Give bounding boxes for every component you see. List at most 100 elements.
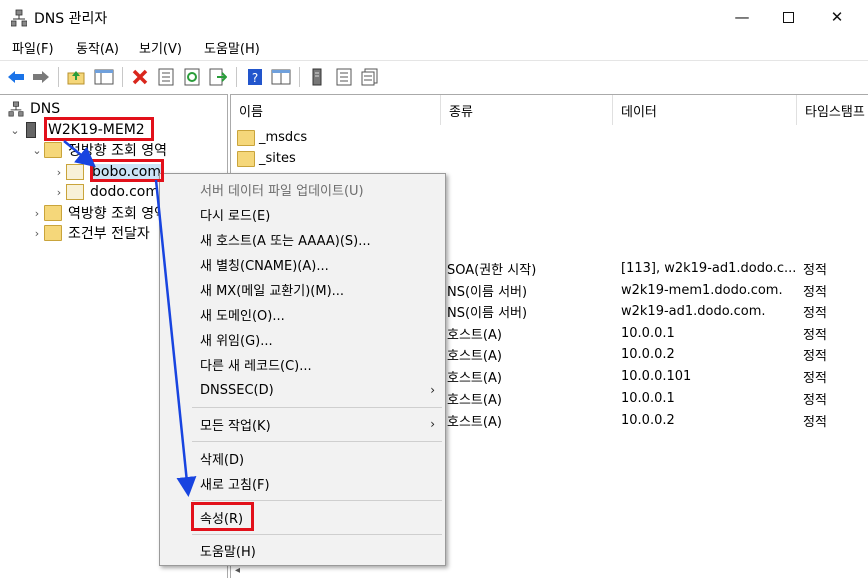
column-header-name[interactable]: 이름 <box>231 95 441 125</box>
help-icon: ? <box>248 69 262 85</box>
chevron-right-icon: › <box>430 383 435 397</box>
menu-item-delete[interactable]: 삭제(D) <box>160 446 445 470</box>
chevron-right-icon[interactable]: › <box>52 166 66 179</box>
column-header-timestamp[interactable]: 타임스탬프 <box>797 95 868 125</box>
list-button[interactable] <box>334 67 354 87</box>
menu-item-reload[interactable]: 다시 로드(E) <box>160 202 445 226</box>
minimize-button[interactable]: — <box>719 0 765 34</box>
tree-label-conditional-forwarders: 조건부 전달자 <box>68 226 150 242</box>
refresh-icon <box>184 68 200 86</box>
toolbar-separator <box>58 67 59 87</box>
minimize-icon: — <box>734 8 750 26</box>
delete-button[interactable] <box>130 67 150 87</box>
highlight-bobo-com <box>90 159 164 182</box>
record-data: 10.0.0.1 <box>621 326 675 341</box>
chevron-right-icon[interactable]: › <box>52 186 66 199</box>
tree-item-forward-zones[interactable]: ⌄ 정방향 조회 영역 <box>30 140 167 160</box>
chevron-down-icon[interactable]: ⌄ <box>8 124 22 137</box>
records-icon <box>361 68 378 86</box>
back-button[interactable] <box>6 67 26 87</box>
export-button[interactable] <box>208 67 228 87</box>
folder-icon <box>44 142 62 158</box>
menu-item-new-domain[interactable]: 새 도메인(O)... <box>160 302 445 326</box>
help-button[interactable]: ? <box>245 67 265 87</box>
menu-item-help[interactable]: 도움말(H) <box>160 538 445 562</box>
menu-item-all-tasks[interactable]: 모든 작업(K) › <box>160 412 445 436</box>
record-data: 10.0.0.1 <box>621 391 675 406</box>
refresh-button[interactable] <box>182 67 202 87</box>
chevron-down-icon[interactable]: ⌄ <box>30 144 44 157</box>
properties-button[interactable] <box>156 67 176 87</box>
svg-text:?: ? <box>252 71 258 85</box>
delete-icon <box>132 69 148 85</box>
record-type: 호스트(A) <box>447 415 502 430</box>
chevron-right-icon[interactable]: › <box>30 227 44 240</box>
record-type: 호스트(A) <box>447 349 502 364</box>
forward-button[interactable] <box>31 67 51 87</box>
record-timestamp: 정적 <box>803 415 827 430</box>
tree-item-conditional-forwarders[interactable]: › 조건부 전달자 <box>30 223 150 243</box>
menu-action[interactable]: 동작(A) <box>76 38 119 57</box>
record-type: 호스트(A) <box>447 328 502 343</box>
record-timestamp: 정적 <box>803 328 827 343</box>
close-icon: ✕ <box>830 8 844 26</box>
menu-item-new-alias[interactable]: 새 별칭(CNAME)(A)... <box>160 252 445 276</box>
record-timestamp: 정적 <box>803 263 827 278</box>
folder-icon <box>44 225 62 241</box>
tree-item-dns[interactable]: DNS <box>8 99 60 119</box>
properties-icon <box>158 68 174 86</box>
export-icon <box>209 68 227 86</box>
menu-item-new-mx[interactable]: 새 MX(메일 교환기)(M)... <box>160 277 445 301</box>
menu-item-refresh[interactable]: 새로 고침(F) <box>160 471 445 495</box>
up-folder-button[interactable] <box>66 67 86 87</box>
menu-file[interactable]: 파일(F) <box>12 38 54 57</box>
record-timestamp: 정적 <box>803 285 827 300</box>
close-button[interactable]: ✕ <box>814 0 860 34</box>
record-timestamp: 정적 <box>803 371 827 386</box>
maximize-icon <box>782 11 794 23</box>
server-button[interactable] <box>307 67 327 87</box>
highlight-server <box>44 117 154 141</box>
show-tree-icon <box>94 69 114 85</box>
show-tree-button[interactable] <box>94 67 114 87</box>
tree-item-dodo-com[interactable]: › dodo.com <box>52 182 159 202</box>
folder-icon <box>237 150 255 167</box>
record-timestamp: 정적 <box>803 349 827 364</box>
up-folder-icon <box>67 71 85 85</box>
maximize-button[interactable] <box>765 0 811 34</box>
toolbar-separator <box>236 67 237 87</box>
column-header-type[interactable]: 종류 <box>441 95 613 125</box>
list-item-sites[interactable]: _sites <box>237 148 296 169</box>
folder-icon <box>44 205 62 221</box>
record-data: 10.0.0.2 <box>621 413 675 428</box>
console-icon <box>271 69 291 85</box>
server-icon <box>312 68 322 86</box>
list-item-msdcs[interactable]: _msdcs <box>237 127 307 148</box>
console-button[interactable] <box>271 67 291 87</box>
menu-item-dnssec[interactable]: DNSSEC(D) › <box>160 378 445 402</box>
menu-item-new-delegation[interactable]: 새 위임(G)... <box>160 327 445 351</box>
list-item-label: _msdcs <box>259 130 308 145</box>
column-header-data[interactable]: 데이터 <box>613 95 797 125</box>
tree-label-dodo-com: dodo.com <box>90 184 160 200</box>
back-icon <box>8 71 24 83</box>
scroll-left-icon[interactable]: ◂ <box>235 565 240 576</box>
menu-help[interactable]: 도움말(H) <box>204 38 260 57</box>
tree-label-forward-zones: 정방향 조회 영역 <box>68 143 168 159</box>
title-bar: DNS 관리자 — ✕ <box>0 0 868 36</box>
tree-item-reverse-zones[interactable]: › 역방향 조회 영역 <box>30 203 167 223</box>
menu-item-new-host[interactable]: 새 호스트(A 또는 AAAA)(S)... <box>160 227 445 251</box>
server-icon <box>26 122 36 138</box>
menu-bar: 파일(F) 동작(A) 보기(V) 도움말(H) <box>0 36 868 58</box>
tree-label-dns: DNS <box>30 101 61 117</box>
menu-view[interactable]: 보기(V) <box>139 38 182 57</box>
chevron-right-icon: › <box>430 417 435 431</box>
records-button[interactable] <box>360 67 380 87</box>
chevron-right-icon[interactable]: › <box>30 207 44 220</box>
record-type: NS(이름 서버) <box>447 285 528 300</box>
record-timestamp: 정적 <box>803 306 827 321</box>
menu-item-other-new-records[interactable]: 다른 새 레코드(C)... <box>160 352 445 376</box>
menu-separator <box>192 441 442 442</box>
record-data: [113], w2k19-ad1.dodo.c... <box>621 261 797 276</box>
dns-icon <box>8 101 24 117</box>
